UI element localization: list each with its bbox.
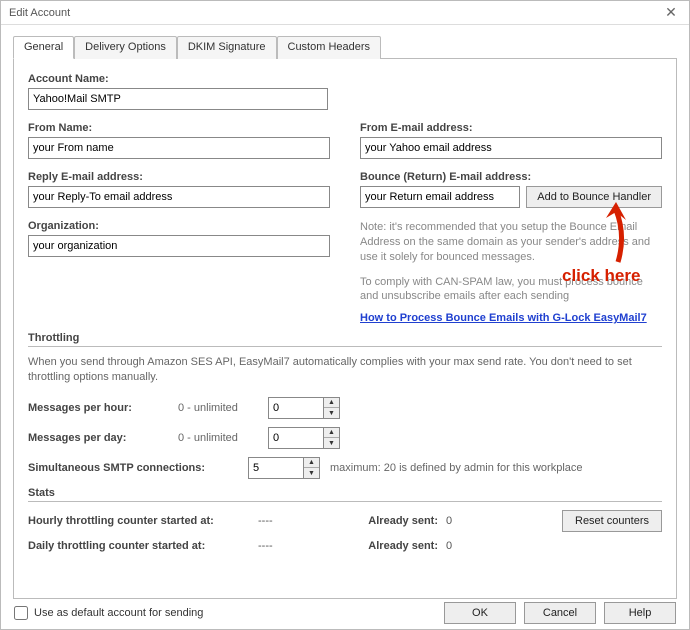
from-name-input[interactable] [28, 137, 330, 159]
reply-email-label: Reply E-mail address: [28, 171, 330, 183]
stats-title: Stats [28, 487, 55, 499]
ok-button[interactable]: OK [444, 602, 516, 624]
bounce-email-input[interactable] [360, 186, 520, 208]
organization-input[interactable] [28, 235, 330, 257]
smtp-conn-max-note: maximum: 20 is defined by admin for this… [330, 462, 583, 474]
msg-per-hour-input[interactable] [269, 398, 323, 418]
titlebar: Edit Account ✕ [1, 1, 689, 25]
chevron-down-icon[interactable]: ▼ [304, 468, 319, 478]
hourly-already-value: 0 [446, 515, 506, 527]
reply-email-input[interactable] [28, 186, 330, 208]
default-account-checkbox[interactable] [14, 606, 28, 620]
tab-panel-general: Account Name: From Name: Reply E-mail ad… [13, 59, 677, 599]
throttling-desc: When you send through Amazon SES API, Ea… [28, 355, 662, 385]
account-name-label: Account Name: [28, 73, 328, 85]
default-account-label: Use as default account for sending [34, 607, 203, 619]
from-name-label: From Name: [28, 122, 330, 134]
msg-per-day-label: Messages per day: [28, 432, 168, 444]
organization-label: Organization: [28, 220, 330, 232]
msg-per-day-stepper[interactable]: ▲▼ [268, 427, 340, 449]
tabs-strip: General Delivery Options DKIM Signature … [13, 35, 677, 59]
window-title: Edit Account [9, 7, 70, 19]
tab-headers[interactable]: Custom Headers [277, 36, 382, 59]
throttling-title: Throttling [28, 332, 79, 344]
chevron-down-icon[interactable]: ▼ [324, 408, 339, 418]
chevron-up-icon[interactable]: ▲ [324, 428, 339, 439]
smtp-conn-input[interactable] [249, 458, 303, 478]
chevron-down-icon[interactable]: ▼ [324, 438, 339, 448]
hourly-already-label: Already sent: [338, 515, 438, 527]
add-bounce-handler-button[interactable]: Add to Bounce Handler [526, 186, 662, 208]
smtp-conn-stepper[interactable]: ▲▼ [248, 457, 320, 479]
bounce-help-link[interactable]: How to Process Bounce Emails with G-Lock… [360, 312, 647, 324]
msg-per-hour-label: Messages per hour: [28, 402, 168, 414]
hourly-counter-label: Hourly throttling counter started at: [28, 515, 258, 527]
tab-dkim[interactable]: DKIM Signature [177, 36, 277, 59]
from-email-label: From E-mail address: [360, 122, 662, 134]
msg-per-hour-stepper[interactable]: ▲▼ [268, 397, 340, 419]
footer-bar: Use as default account for sending OK Ca… [0, 596, 690, 630]
daily-already-value: 0 [446, 540, 506, 552]
msg-per-day-hint: 0 - unlimited [178, 432, 258, 444]
chevron-up-icon[interactable]: ▲ [304, 458, 319, 469]
daily-counter-value: ---- [258, 540, 338, 552]
cancel-button[interactable]: Cancel [524, 602, 596, 624]
tab-delivery[interactable]: Delivery Options [74, 36, 177, 59]
account-name-input[interactable] [28, 88, 328, 110]
msg-per-day-input[interactable] [269, 428, 323, 448]
bounce-email-label: Bounce (Return) E-mail address: [360, 171, 662, 183]
daily-counter-label: Daily throttling counter started at: [28, 540, 258, 552]
reset-counters-button[interactable]: Reset counters [562, 510, 662, 532]
tab-general[interactable]: General [13, 36, 74, 59]
msg-per-hour-hint: 0 - unlimited [178, 402, 258, 414]
close-icon[interactable]: ✕ [659, 3, 683, 23]
bounce-note-2: To comply with CAN-SPAM law, you must pr… [360, 275, 662, 305]
bounce-note-1: Note: it's recommended that you setup th… [360, 220, 662, 265]
hourly-counter-value: ---- [258, 515, 338, 527]
default-account-row[interactable]: Use as default account for sending [14, 606, 203, 620]
from-email-input[interactable] [360, 137, 662, 159]
daily-already-label: Already sent: [338, 540, 438, 552]
smtp-conn-label: Simultaneous SMTP connections: [28, 462, 238, 474]
help-button[interactable]: Help [604, 602, 676, 624]
chevron-up-icon[interactable]: ▲ [324, 398, 339, 409]
